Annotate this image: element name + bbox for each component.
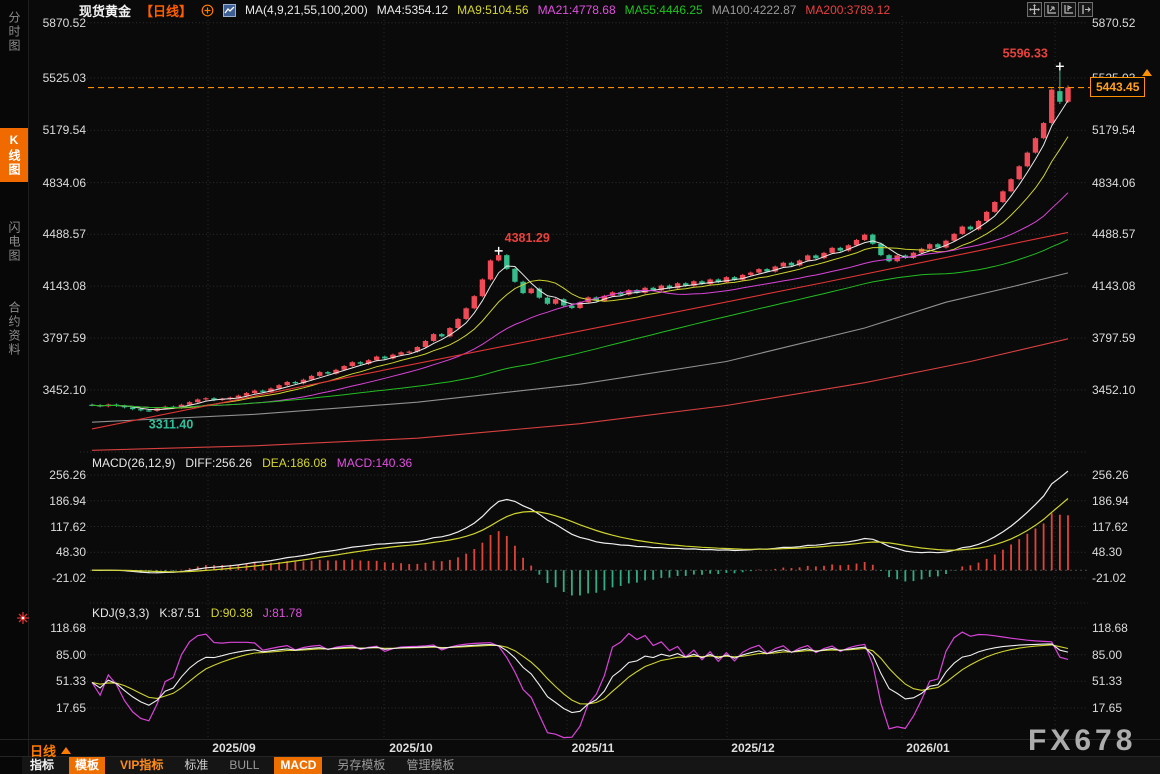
chart-header: 现货黄金 【日线】 MA(4,9,21,55,100,200) MA4:5354… [79, 2, 890, 18]
svg-text:5596.33: 5596.33 [1003, 46, 1048, 60]
macd-dea-value: DEA:186.08 [262, 456, 327, 470]
tab-3[interactable]: VIP指标 [114, 757, 169, 774]
ma-params-label: MA(4,9,21,55,100,200) [245, 3, 368, 17]
sidebar-item-1[interactable]: 分时图 [0, 6, 28, 58]
date-label: 2025/12 [711, 741, 795, 755]
kdj-title: KDJ(9,3,3) [92, 606, 149, 620]
chart-canvas[interactable]: 3311.40 4381.29 5596.33 [0, 0, 1160, 774]
add-indicator-icon[interactable] [201, 4, 214, 17]
date-label: 2026/01 [886, 741, 970, 755]
svg-text:4381.29: 4381.29 [505, 231, 550, 245]
grid-lines [80, 16, 1088, 738]
tab-4[interactable]: 标准 [178, 757, 214, 774]
candles-layer[interactable] [89, 64, 1070, 412]
date-label: 2025/11 [551, 741, 635, 755]
ma4-value: MA4:5354.12 [377, 3, 448, 17]
axis-flag-icon[interactable] [1061, 2, 1076, 17]
ma200-value: MA200:3789.12 [805, 3, 890, 17]
current-price-value: 5443.45 [1096, 80, 1139, 94]
sidebar-item-2[interactable]: K线图 [0, 128, 28, 182]
ma-chart-icon[interactable] [223, 4, 236, 17]
tab-6[interactable]: MACD [274, 757, 322, 774]
tab-1[interactable]: 指标 [24, 757, 60, 774]
kdj-panel [92, 632, 1068, 738]
kdj-k-value: K:87.51 [159, 606, 200, 620]
ma21-value: MA21:4778.68 [538, 3, 616, 17]
svg-text:3311.40: 3311.40 [149, 417, 194, 431]
collapse-panel-icon[interactable] [1078, 2, 1093, 17]
divider [0, 739, 1160, 740]
sidebar-item-3[interactable]: 闪电图 [0, 216, 28, 268]
sidebar-item-4[interactable]: 合约资料 [0, 296, 28, 362]
ma9-value: MA9:5104.56 [457, 3, 528, 17]
ma-lines-layer [92, 101, 1068, 451]
tab-2[interactable]: 模板 [69, 757, 105, 774]
tab-8[interactable]: 管理模板 [400, 757, 460, 774]
ma100-value: MA100:4222.87 [712, 3, 797, 17]
alert-icon[interactable] [16, 611, 30, 630]
symbol-title: 现货黄金 [79, 1, 131, 20]
date-label: 2025/10 [369, 741, 453, 755]
tab-7[interactable]: 另存模板 [331, 757, 391, 774]
macd-macd-value: MACD:140.36 [337, 456, 412, 470]
sidebar: 分时图 K线图闪电图合约资料 [0, 0, 29, 774]
chart-toolbar [1027, 2, 1093, 17]
kdj-d-value: D:90.38 [211, 606, 253, 620]
trading-app: 3311.40 4381.29 5596.33 分时图 K线图闪电图合约资料 现货黄金… [0, 0, 1160, 774]
macd-panel-header: MACD(26,12,9) DIFF:256.26 DEA:186.08 MAC… [92, 456, 412, 470]
kdj-panel-header: KDJ(9,3,3) K:87.51 D:90.38 J:81.78 [92, 606, 302, 620]
indicator-tab-bar: 指标模板 VIP指标标准 BULL MACD 另存模板管理模板 [22, 757, 1160, 774]
macd-title: MACD(26,12,9) [92, 456, 175, 470]
date-label: 2025/09 [192, 741, 276, 755]
current-price-tag: 5443.45 [1090, 77, 1145, 97]
dropdown-up-icon [61, 747, 71, 754]
tab-5[interactable]: BULL [223, 757, 265, 774]
macd-diff-value: DIFF:256.26 [185, 456, 252, 470]
ma55-value: MA55:4446.25 [625, 3, 703, 17]
price-up-arrow-icon [1142, 69, 1152, 76]
axis-scale-icon[interactable] [1044, 2, 1059, 17]
annotations-layer: 3311.40 4381.29 5596.33 [149, 46, 1064, 431]
kdj-j-value: J:81.78 [263, 606, 302, 620]
macd-panel [90, 471, 1088, 595]
pan-tool-icon[interactable] [1027, 2, 1042, 17]
period-label[interactable]: 【日线】 [140, 1, 192, 20]
